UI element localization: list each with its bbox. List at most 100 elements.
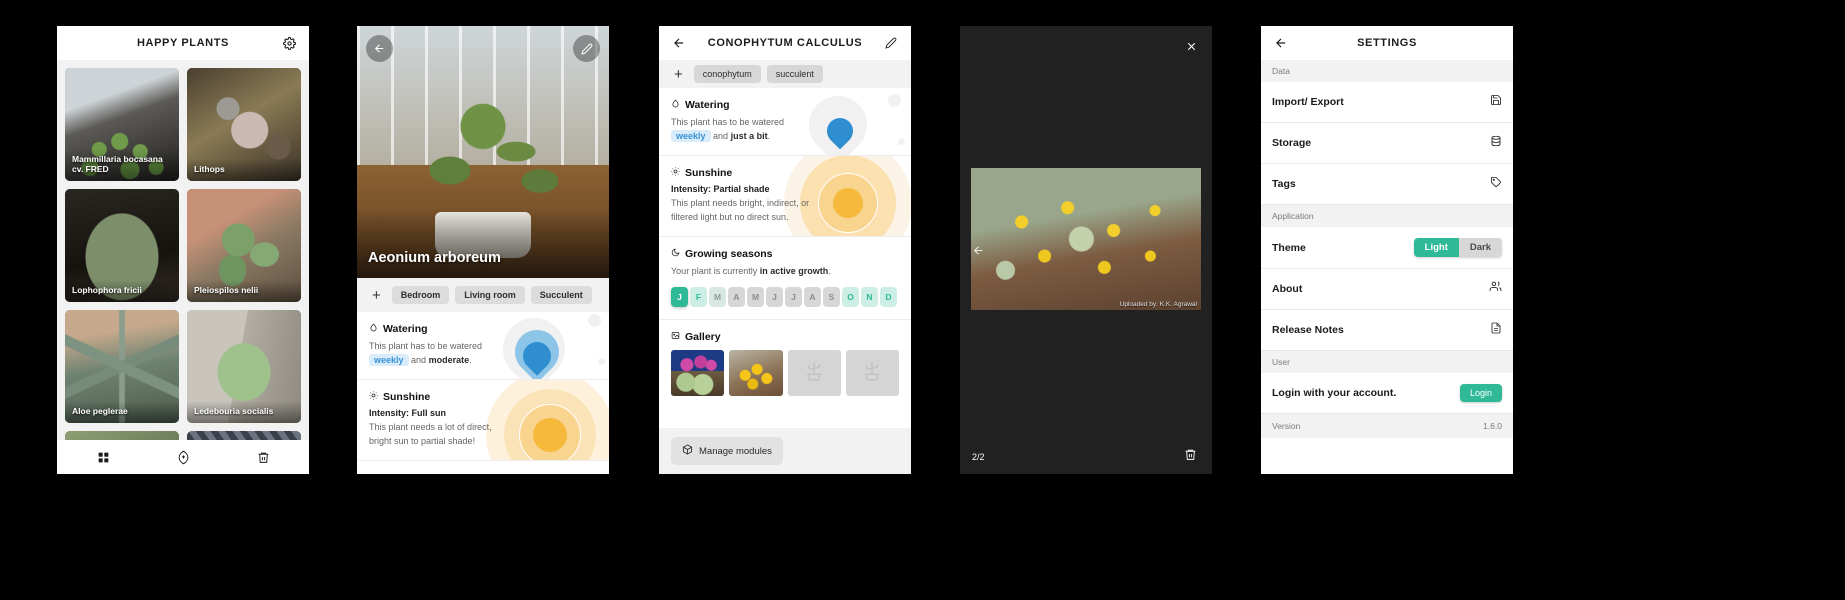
tag-bar: + Bedroom Living room Succulent xyxy=(357,278,609,312)
sunshine-section: Sunshine Intensity: Full sun This plant … xyxy=(357,380,609,461)
watering-amount: just a bit xyxy=(730,130,768,141)
month-pill[interactable]: M xyxy=(709,286,726,307)
plant-name: Lophophora fricii xyxy=(65,280,179,302)
add-tag-button[interactable]: + xyxy=(367,288,386,303)
tag-chip[interactable]: conophytum xyxy=(693,65,761,83)
watering-conjunction: and xyxy=(713,130,729,141)
tag-chip[interactable]: Bedroom xyxy=(391,286,450,304)
pencil-icon[interactable] xyxy=(573,35,600,62)
month-pill[interactable]: J xyxy=(671,286,688,307)
tag-chip[interactable]: Succulent xyxy=(530,286,592,304)
watering-section: Watering This plant has to be watered we… xyxy=(659,88,911,156)
growing-heading-row: Growing seasons xyxy=(671,248,899,260)
add-tag-button[interactable]: + xyxy=(669,67,688,82)
watering-heading: Watering xyxy=(685,99,730,111)
month-pill[interactable]: O xyxy=(842,286,859,307)
panel3-footer: Manage modules xyxy=(659,428,911,474)
settings-row-label: Storage xyxy=(1272,137,1312,149)
month-pill[interactable]: J xyxy=(766,286,783,307)
back-arrow-icon[interactable] xyxy=(669,33,689,53)
hero-gradient-overlay xyxy=(357,208,609,278)
water-drop-icon xyxy=(369,323,378,335)
month-pill[interactable]: M xyxy=(747,286,764,307)
month-selector: J F M A M J J A S O N D xyxy=(671,286,899,307)
gallery-section: Gallery xyxy=(659,319,911,408)
watering-amount: moderate xyxy=(428,354,470,365)
gallery-thumb[interactable] xyxy=(671,349,725,396)
settings-row-label: Import/ Export xyxy=(1272,96,1344,108)
back-arrow-icon[interactable] xyxy=(1271,33,1291,53)
plant-name: Pleiospilos nelii xyxy=(187,280,301,302)
database-icon xyxy=(1490,134,1502,152)
plant-list-scroll[interactable]: Mammillaria bocasana cv. FRED Lithops Lo… xyxy=(57,60,309,474)
plant-card[interactable]: Aloe peglerae xyxy=(65,310,179,423)
watering-frequency: weekly xyxy=(369,353,409,366)
tag-chip[interactable]: succulent xyxy=(766,65,823,83)
theme-segmented-control: Light Dark xyxy=(1413,238,1502,257)
plant-card[interactable]: Ledebouria socialis xyxy=(187,310,301,423)
back-arrow-icon[interactable] xyxy=(366,35,393,62)
watering-conjunction: and xyxy=(411,354,427,365)
month-pill[interactable]: S xyxy=(823,286,840,307)
sunshine-heading: Sunshine xyxy=(383,391,431,403)
photo-counter: 2/2 xyxy=(972,452,985,462)
growing-status: in active growth xyxy=(759,266,829,276)
trash-icon[interactable] xyxy=(253,447,273,467)
plant-card[interactable]: Lophophora fricii xyxy=(65,189,179,302)
settings-row-label: Release Notes xyxy=(1272,324,1344,336)
month-pill[interactable]: A xyxy=(728,286,745,307)
viewer-photo[interactable]: Uploaded by: K.K. Agrawal xyxy=(971,168,1201,310)
cactus-placeholder-icon xyxy=(801,357,827,388)
sun-icon xyxy=(671,167,680,179)
panel5-topbar: SETTINGS xyxy=(1261,26,1513,60)
sun-icon xyxy=(369,391,378,403)
watering-heading-row: Watering xyxy=(671,99,899,111)
gallery-thumb[interactable] xyxy=(729,349,783,396)
manage-modules-button[interactable]: Manage modules xyxy=(671,437,783,465)
plant-card[interactable]: Pleiospilos nelii xyxy=(187,189,301,302)
grid-icon[interactable] xyxy=(93,447,113,467)
page-title: SETTINGS xyxy=(1357,37,1417,49)
chevron-left-icon[interactable] xyxy=(968,240,988,260)
month-pill[interactable]: A xyxy=(804,286,821,307)
plant-card[interactable]: Mammillaria bocasana cv. FRED xyxy=(65,68,179,181)
photo-viewer: Uploaded by: K.K. Agrawal 2/2 xyxy=(960,26,1212,474)
close-icon[interactable] xyxy=(1181,36,1201,56)
tag-chip[interactable]: Living room xyxy=(455,286,525,304)
theme-option-dark[interactable]: Dark xyxy=(1458,238,1502,257)
settings-row-import-export[interactable]: Import/ Export xyxy=(1261,82,1513,123)
settings-row-storage[interactable]: Storage xyxy=(1261,123,1513,164)
sunshine-text: This plant needs a lot of direct, bright… xyxy=(369,422,492,446)
login-button[interactable]: Login xyxy=(1459,384,1502,402)
cube-icon xyxy=(682,444,693,458)
month-pill[interactable]: F xyxy=(690,286,707,307)
hero-photo: Aeonium arboreum xyxy=(357,26,609,278)
settings-row-tags[interactable]: Tags xyxy=(1261,164,1513,205)
watering-period: . xyxy=(767,130,771,141)
growing-period: . xyxy=(828,266,831,276)
gear-icon[interactable] xyxy=(279,33,299,53)
trash-icon[interactable] xyxy=(1180,444,1200,464)
watering-period: . xyxy=(469,354,472,365)
gallery-thumb-empty[interactable] xyxy=(787,349,841,396)
settings-row-release-notes[interactable]: Release Notes xyxy=(1261,310,1513,351)
month-pill[interactable]: J xyxy=(785,286,802,307)
bottom-navigation xyxy=(57,440,309,474)
watering-body: This plant has to be watered weekly and … xyxy=(369,340,509,367)
panel-settings: SETTINGS Data Import/ Export Storage Tag… xyxy=(1261,26,1513,474)
page-title: CONOPHYTUM CALCULUS xyxy=(707,37,863,49)
theme-option-light[interactable]: Light xyxy=(1413,238,1459,257)
month-pill[interactable]: D xyxy=(880,286,897,307)
sunshine-intensity: Intensity: Partial shade xyxy=(671,184,770,194)
document-icon xyxy=(1490,321,1502,339)
gallery-thumb-empty[interactable] xyxy=(845,349,899,396)
water-drop-icon xyxy=(671,99,680,111)
plant-card[interactable]: Lithops xyxy=(187,68,301,181)
settings-group-header: Application xyxy=(1261,205,1513,227)
settings-group-header: Data xyxy=(1261,60,1513,82)
leaf-plus-icon[interactable] xyxy=(173,447,193,467)
image-icon xyxy=(671,331,680,343)
pencil-icon[interactable] xyxy=(881,33,901,53)
settings-row-about[interactable]: About xyxy=(1261,269,1513,310)
month-pill[interactable]: N xyxy=(861,286,878,307)
